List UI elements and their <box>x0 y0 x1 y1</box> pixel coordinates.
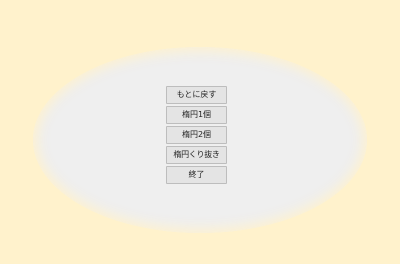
action-menu: もとに戻す 楕円1個 楕円2個 楕円くり抜き 終了 <box>166 86 227 186</box>
ellipse-1-button[interactable]: 楕円1個 <box>166 106 227 124</box>
exit-button[interactable]: 終了 <box>166 166 227 184</box>
ellipse-2-button[interactable]: 楕円2個 <box>166 126 227 144</box>
ellipse-cutout-button[interactable]: 楕円くり抜き <box>166 146 227 164</box>
restore-button[interactable]: もとに戻す <box>166 86 227 104</box>
